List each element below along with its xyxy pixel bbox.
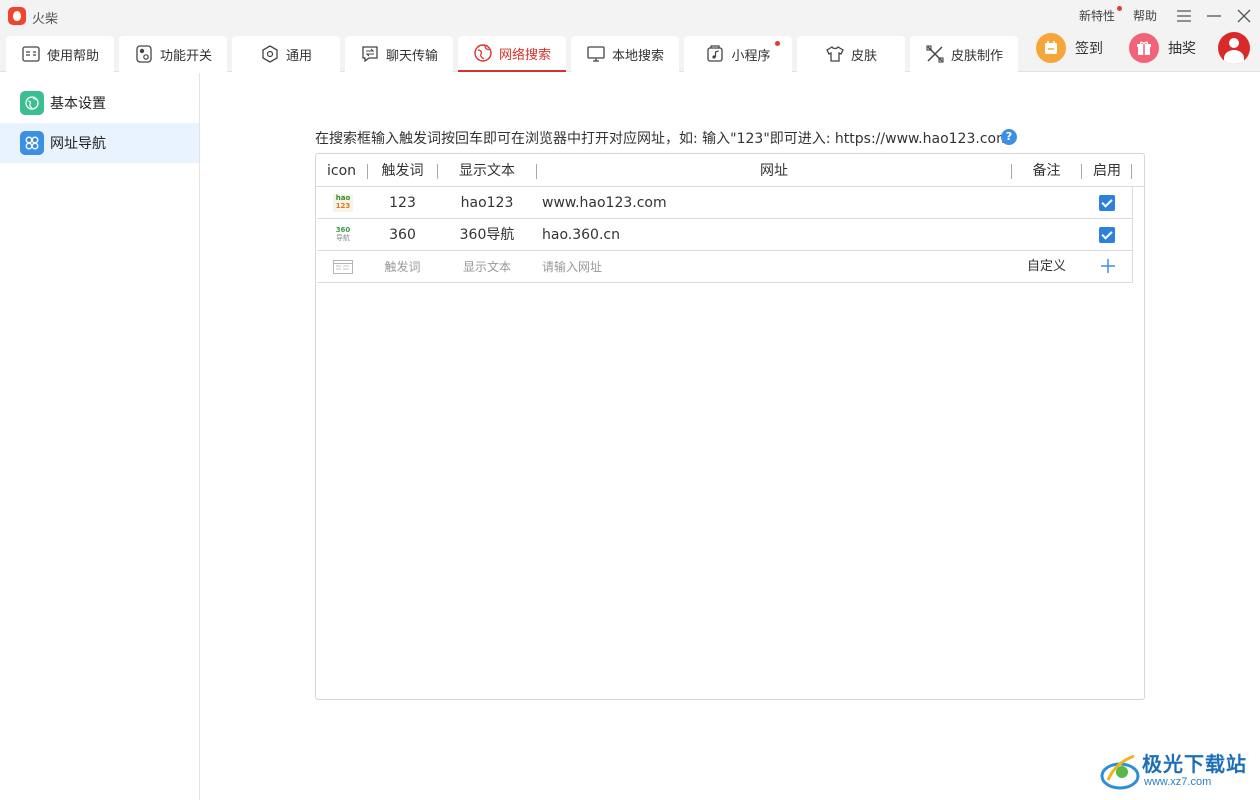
new-features-link[interactable]: 新特性 (1079, 7, 1115, 24)
display-input[interactable]: 显示文本 (438, 251, 536, 283)
url-input[interactable]: 请输入网址 (542, 251, 1007, 283)
trigger-cell[interactable]: 123 (368, 187, 437, 219)
title-bar: 火柴 新特性 帮助 (0, 0, 1260, 32)
help-link[interactable]: 帮助 (1133, 7, 1157, 24)
sidebar-item-label: 网址导航 (50, 136, 106, 152)
lottery-button[interactable]: 抽奖 (1129, 32, 1196, 64)
col-url: 网址 (760, 163, 788, 179)
new-entry-row: 触发词 显示文本 请输入网址 自定义 (317, 251, 1132, 283)
tab-label: 小程序 (731, 48, 771, 64)
trigger-cell[interactable]: 360 (368, 219, 437, 251)
web-search-icon (474, 44, 492, 62)
chat-transfer-icon (362, 46, 378, 63)
add-icon[interactable] (1099, 255, 1117, 277)
lottery-label: 抽奖 (1168, 41, 1196, 57)
tab-label: 本地搜索 (611, 48, 664, 64)
column-scrollbar-line (1132, 187, 1133, 283)
col-display: 显示文本 (459, 163, 515, 179)
note-cell[interactable] (1012, 187, 1081, 219)
minimize-icon[interactable] (1203, 5, 1225, 27)
tab-label: 使用帮助 (46, 48, 99, 64)
toggle-icon (136, 45, 152, 63)
col-divider (1131, 164, 1132, 179)
tab-label: 网络搜索 (498, 47, 551, 63)
tab-label: 通用 (285, 48, 312, 64)
tools-icon (926, 45, 944, 63)
note-cell[interactable] (1012, 219, 1081, 251)
tab-web-search[interactable]: 网络搜索 (458, 36, 566, 72)
music-box-icon (707, 45, 724, 62)
custom-icon-button[interactable]: 自定义 (1012, 251, 1081, 283)
enabled-checkbox[interactable] (1099, 227, 1115, 243)
tab-skin-making[interactable]: 皮肤制作 (910, 36, 1018, 72)
sidebar-item-basic-settings[interactable]: 基本设置 (0, 83, 199, 123)
display-cell[interactable]: hao123 (438, 187, 536, 219)
watermark-title: 极光下载站 (1142, 752, 1247, 776)
col-note: 备注 (1032, 163, 1061, 179)
calendar-icon (1036, 33, 1066, 63)
col-enabled: 启用 (1093, 163, 1121, 179)
watermark: 极光下载站 www.xz7.com (1100, 748, 1250, 796)
table-header: icon 触发词 显示文本 网址 备注 启用 (316, 154, 1144, 187)
sidebar: 基本设置 网址导航 (0, 73, 200, 800)
tab-usage-help[interactable]: 使用帮助 (6, 36, 114, 72)
360-nav-icon: 360 导航 (335, 226, 351, 242)
url-cell[interactable]: hao.360.cn (542, 219, 1007, 251)
url-nav-icon (20, 131, 44, 155)
close-icon[interactable] (1233, 5, 1255, 27)
tab-local-search[interactable]: 本地搜索 (571, 36, 679, 72)
tab-label: 聊天传输 (385, 48, 438, 64)
tab-mini-program[interactable]: 小程序 (684, 36, 792, 72)
placeholder-card-icon (333, 260, 353, 278)
tab-label: 皮肤制作 (950, 48, 1003, 64)
avatar[interactable] (1218, 32, 1250, 64)
tab-skin[interactable]: 皮肤 (797, 36, 905, 72)
gift-icon (1129, 33, 1159, 63)
table-row[interactable]: hao 123 123 hao123 www.hao123.com (317, 187, 1132, 219)
basic-settings-icon (20, 91, 44, 115)
new-features-dot (1117, 6, 1122, 11)
menu-icon[interactable] (1173, 5, 1195, 27)
display-cell[interactable]: 360导航 (438, 219, 536, 251)
help-card-icon (22, 46, 40, 62)
sidebar-item-label: 基本设置 (50, 96, 106, 112)
sidebar-item-url-nav[interactable]: 网址导航 (0, 123, 199, 163)
table-row[interactable]: 360 导航 360 360导航 hao.360.cn (317, 219, 1132, 251)
checkin-button[interactable]: 签到 (1036, 32, 1103, 64)
monitor-icon (587, 46, 605, 62)
tshirt-icon (826, 46, 844, 62)
hao123-icon: hao 123 (333, 194, 353, 212)
tab-feature-switch[interactable]: 功能开关 (119, 36, 227, 72)
app-logo-icon (8, 7, 26, 25)
tab-label: 皮肤 (850, 48, 877, 64)
question-icon[interactable]: ? (1001, 129, 1017, 145)
checkin-label: 签到 (1075, 41, 1103, 57)
watermark-url: www.xz7.com (1144, 776, 1212, 788)
hint-text: 在搜索框输入触发词按回车即可在浏览器中打开对应网址，如: 输入"123"即可进入… (315, 131, 1010, 147)
url-table: icon 触发词 显示文本 网址 备注 启用 hao 123 123 hao12… (315, 153, 1145, 700)
tab-chat-transfer[interactable]: 聊天传输 (345, 36, 453, 72)
watermark-logo-icon (1100, 754, 1140, 790)
hexagon-icon (262, 45, 278, 63)
mini-program-dot (775, 41, 780, 46)
col-icon: icon (326, 163, 357, 179)
tab-general[interactable]: 通用 (232, 36, 340, 72)
col-trigger: 触发词 (381, 163, 424, 179)
url-cell[interactable]: www.hao123.com (542, 187, 1007, 219)
app-title: 火柴 (32, 12, 59, 27)
tab-label: 功能开关 (159, 48, 212, 64)
trigger-input[interactable]: 触发词 (368, 251, 437, 283)
enabled-checkbox[interactable] (1099, 195, 1115, 211)
